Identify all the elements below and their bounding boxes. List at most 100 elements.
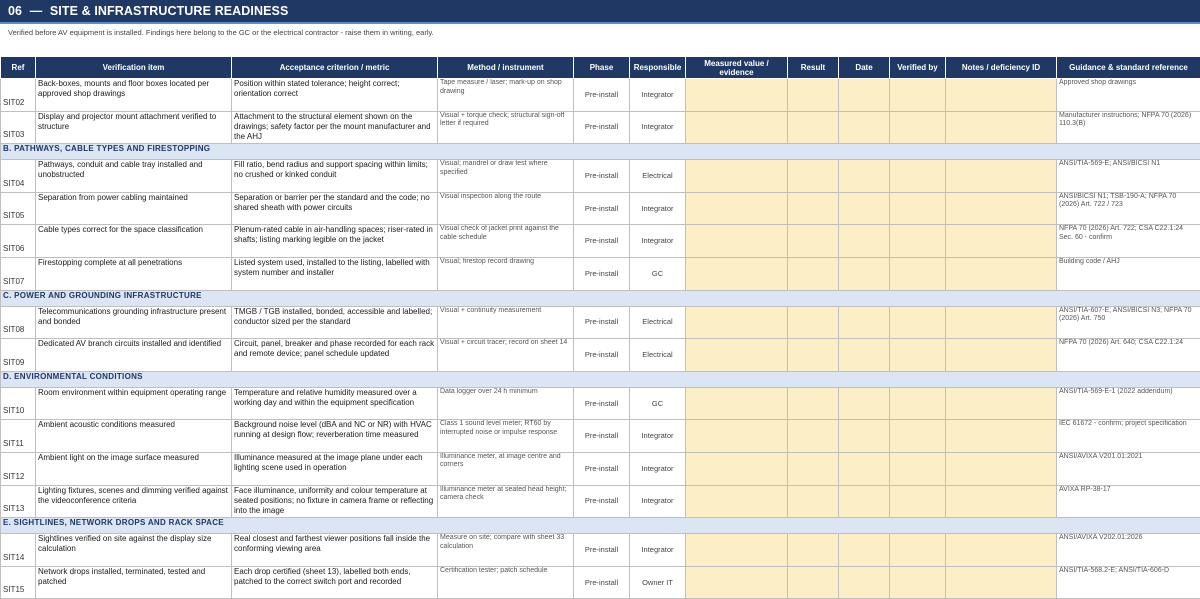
verified-by-input[interactable] (890, 387, 946, 420)
row-method: Visual; mandrel or draw test where speci… (438, 160, 574, 193)
result-input[interactable] (788, 306, 839, 339)
measured-input[interactable] (686, 339, 788, 372)
measured-input[interactable] (686, 160, 788, 193)
row-responsible: Electrical (630, 306, 686, 339)
verified-by-input[interactable] (890, 111, 946, 144)
notes-input[interactable] (946, 257, 1057, 290)
measured-input[interactable] (686, 485, 788, 518)
result-input[interactable] (788, 566, 839, 599)
verified-by-input[interactable] (890, 192, 946, 225)
verified-by-input[interactable] (890, 225, 946, 258)
row-item: Pathways, conduit and cable tray install… (36, 160, 232, 193)
date-input[interactable] (839, 339, 890, 372)
measured-input[interactable] (686, 534, 788, 567)
notes-input[interactable] (946, 111, 1057, 144)
measured-input[interactable] (686, 225, 788, 258)
result-input[interactable] (788, 225, 839, 258)
verified-by-input[interactable] (890, 485, 946, 518)
notes-input[interactable] (946, 452, 1057, 485)
row-ref: SIT14 (1, 534, 36, 567)
verified-by-input[interactable] (890, 534, 946, 567)
verified-by-input[interactable] (890, 160, 946, 193)
measured-input[interactable] (686, 79, 788, 112)
measured-input[interactable] (686, 452, 788, 485)
verified-by-input[interactable] (890, 420, 946, 453)
notes-input[interactable] (946, 192, 1057, 225)
row-responsible: Integrator (630, 79, 686, 112)
result-input[interactable] (788, 339, 839, 372)
measured-input[interactable] (686, 387, 788, 420)
row-method: Measure on site; compare with sheet 33 c… (438, 534, 574, 567)
table-row: SIT12Ambient light on the image surface … (1, 452, 1200, 485)
result-input[interactable] (788, 452, 839, 485)
row-item: Display and projector mount attachment v… (36, 111, 232, 144)
row-guidance: ANSI/AVIXA V201.01:2021 (1057, 452, 1200, 485)
date-input[interactable] (839, 192, 890, 225)
notes-input[interactable] (946, 387, 1057, 420)
row-phase: Pre-install (574, 225, 630, 258)
verified-by-input[interactable] (890, 257, 946, 290)
verified-by-input[interactable] (890, 79, 946, 112)
col-method: Method / instrument (438, 57, 574, 79)
row-guidance: ANSI/BICSI N1; TSB-190-A; NFPA 70 (2026)… (1057, 192, 1200, 225)
date-input[interactable] (839, 257, 890, 290)
result-input[interactable] (788, 160, 839, 193)
date-input[interactable] (839, 485, 890, 518)
date-input[interactable] (839, 160, 890, 193)
date-input[interactable] (839, 534, 890, 567)
notes-input[interactable] (946, 160, 1057, 193)
measured-input[interactable] (686, 566, 788, 599)
row-criterion: Real closest and farthest viewer positio… (232, 534, 438, 567)
row-method: Visual; firestop record drawing (438, 257, 574, 290)
notes-input[interactable] (946, 306, 1057, 339)
date-input[interactable] (839, 306, 890, 339)
row-responsible: GC (630, 387, 686, 420)
date-input[interactable] (839, 566, 890, 599)
result-input[interactable] (788, 534, 839, 567)
notes-input[interactable] (946, 485, 1057, 518)
date-input[interactable] (839, 387, 890, 420)
measured-input[interactable] (686, 306, 788, 339)
result-input[interactable] (788, 485, 839, 518)
row-method: Visual inspection along the route (438, 192, 574, 225)
row-responsible: Electrical (630, 339, 686, 372)
result-input[interactable] (788, 420, 839, 453)
verified-by-input[interactable] (890, 452, 946, 485)
notes-input[interactable] (946, 339, 1057, 372)
notes-input[interactable] (946, 534, 1057, 567)
result-input[interactable] (788, 257, 839, 290)
date-input[interactable] (839, 111, 890, 144)
row-method: Illuminance meter, at image centre and c… (438, 452, 574, 485)
measured-input[interactable] (686, 192, 788, 225)
sheet-subtitle: Verified before AV equipment is installe… (0, 24, 1200, 56)
col-guidance: Guidance & standard reference (1057, 57, 1200, 79)
date-input[interactable] (839, 452, 890, 485)
measured-input[interactable] (686, 111, 788, 144)
date-input[interactable] (839, 225, 890, 258)
result-input[interactable] (788, 387, 839, 420)
row-criterion: Illuminance measured at the image plane … (232, 452, 438, 485)
date-input[interactable] (839, 79, 890, 112)
row-guidance: ANSI/TIA-607-E; ANSI/BICSI N3; NFPA 70 (… (1057, 306, 1200, 339)
row-guidance: Manufacturer instructions; NFPA 70 (2026… (1057, 111, 1200, 144)
notes-input[interactable] (946, 79, 1057, 112)
measured-input[interactable] (686, 257, 788, 290)
verified-by-input[interactable] (890, 566, 946, 599)
result-input[interactable] (788, 192, 839, 225)
table-row: SIT09Dedicated AV branch circuits instal… (1, 339, 1200, 372)
row-responsible: GC (630, 257, 686, 290)
title-dash: — (30, 4, 43, 18)
col-item: Verification item (36, 57, 232, 79)
verified-by-input[interactable] (890, 306, 946, 339)
row-criterion: Plenum-rated cable in air-handling space… (232, 225, 438, 258)
result-input[interactable] (788, 79, 839, 112)
notes-input[interactable] (946, 420, 1057, 453)
col-verified: Verified by (890, 57, 946, 79)
verified-by-input[interactable] (890, 339, 946, 372)
row-criterion: Position within stated tolerance; height… (232, 79, 438, 112)
measured-input[interactable] (686, 420, 788, 453)
notes-input[interactable] (946, 566, 1057, 599)
notes-input[interactable] (946, 225, 1057, 258)
date-input[interactable] (839, 420, 890, 453)
result-input[interactable] (788, 111, 839, 144)
